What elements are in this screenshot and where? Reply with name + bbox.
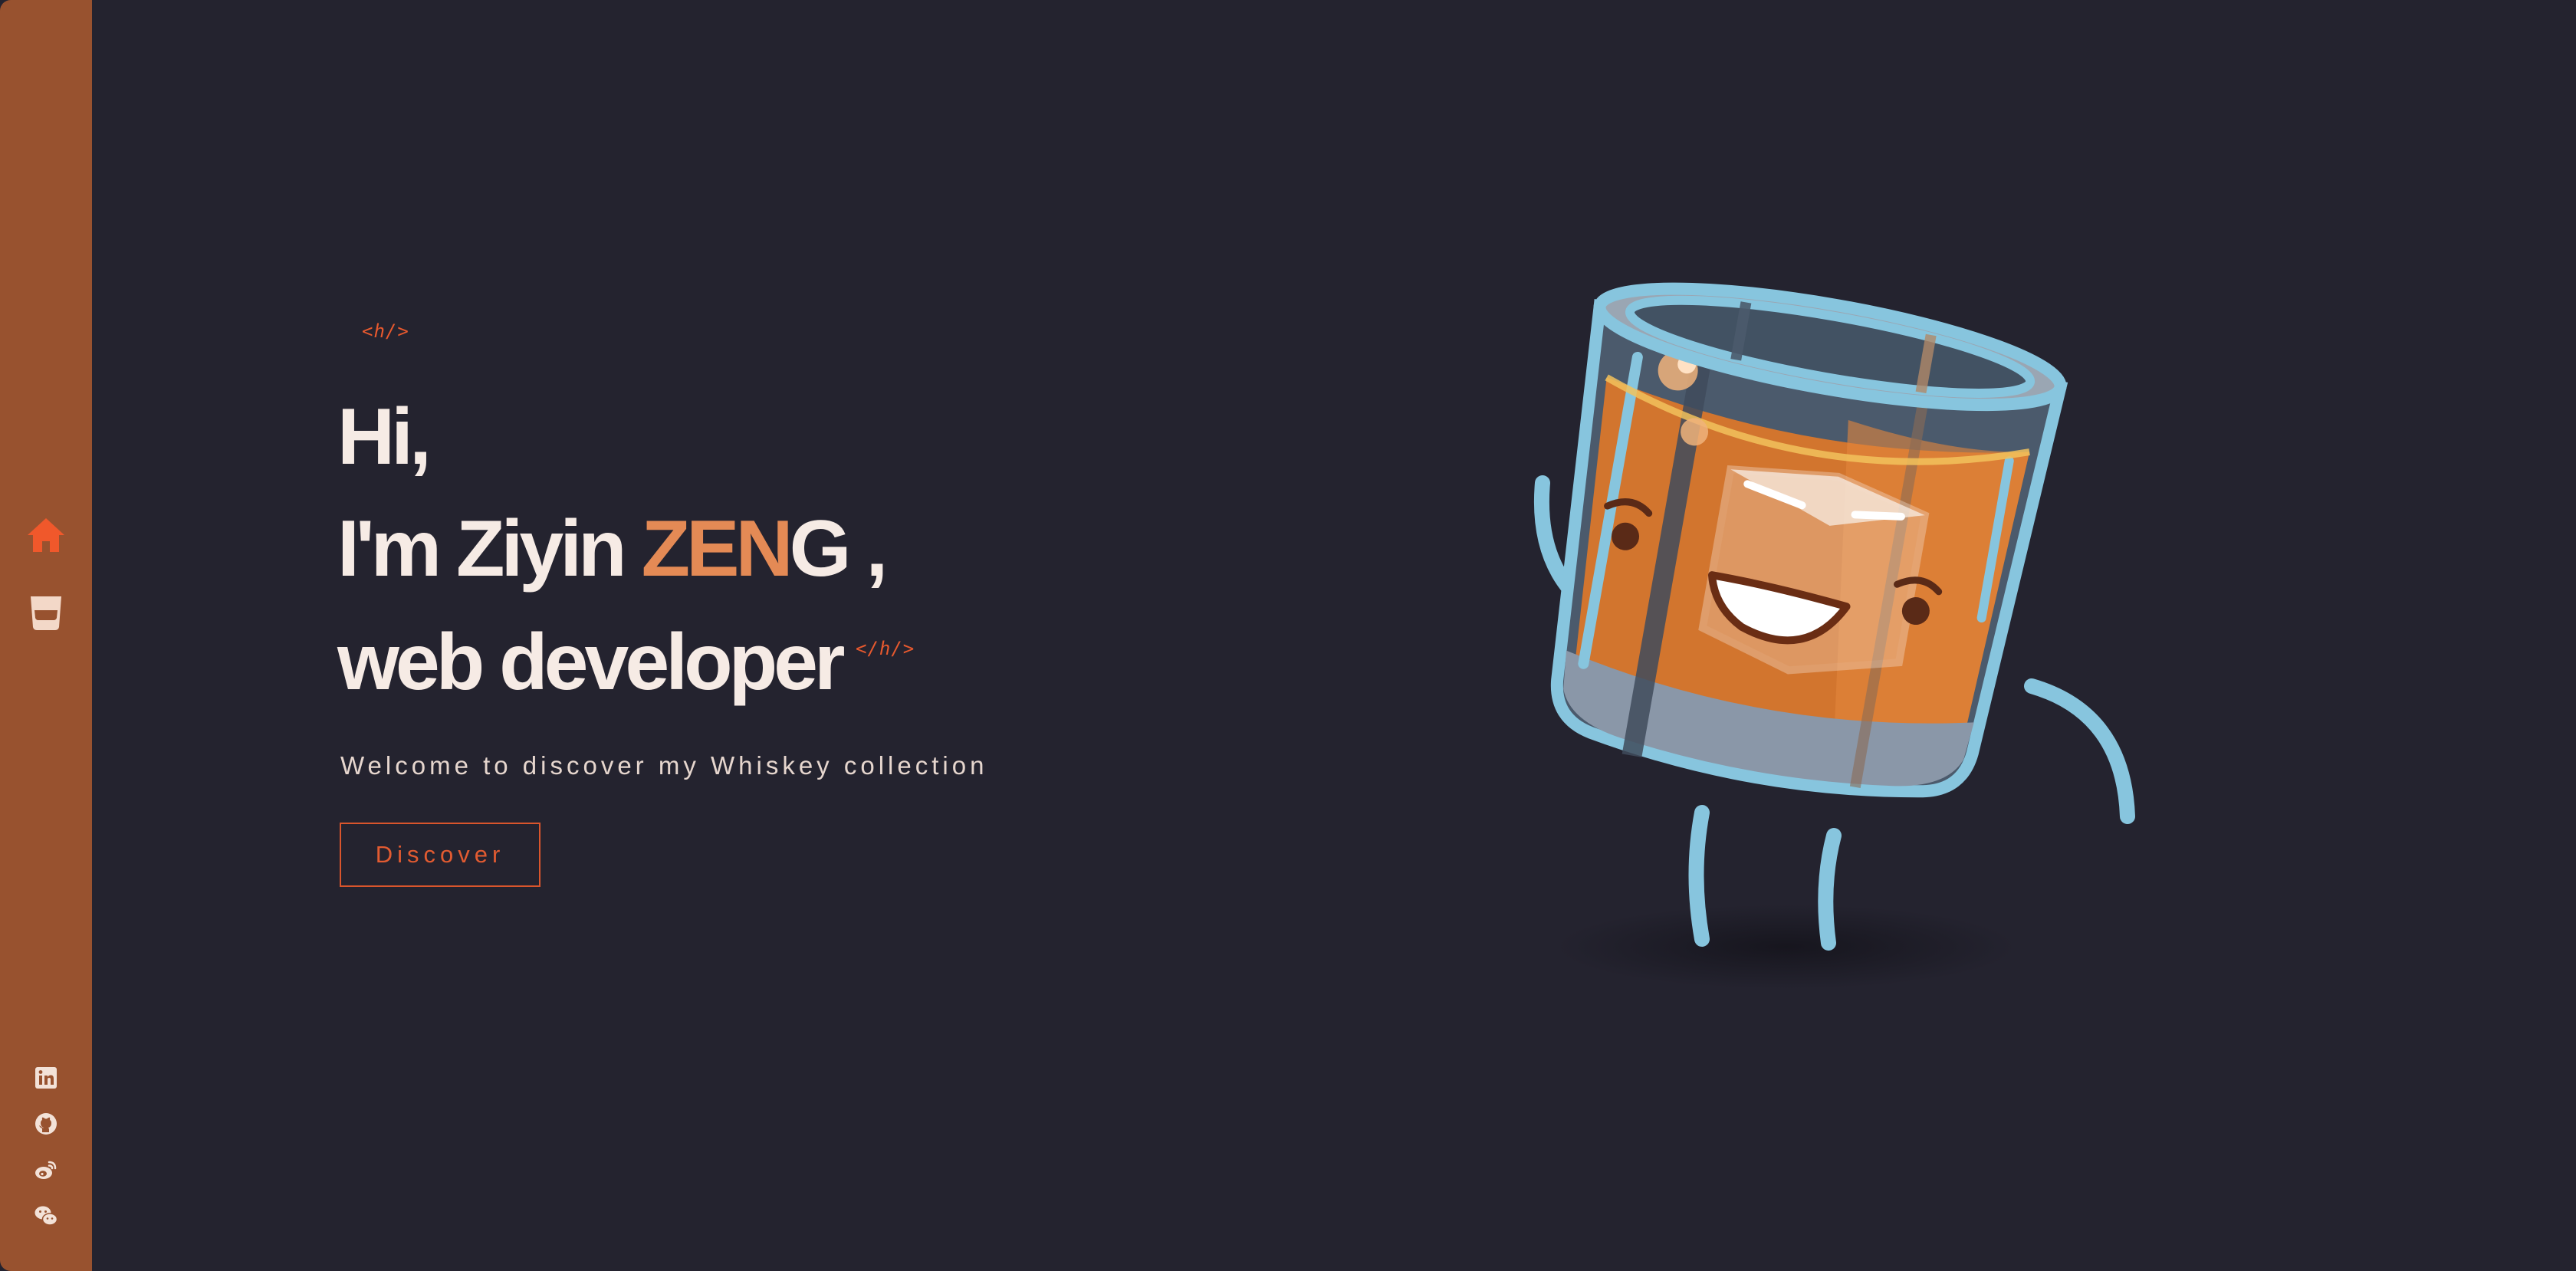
hero-subtitle: Welcome to discover my Whiskey collectio… [340, 751, 988, 780]
home-icon[interactable] [26, 515, 66, 555]
greeting-heading: Hi, [337, 392, 432, 481]
sidebar [0, 0, 92, 1271]
discover-button[interactable]: Discover [340, 823, 540, 887]
app-frame: <h/> Hi, I'm Ziyin ZENG , web developer … [0, 0, 2576, 1271]
name-highlight: ZEN [641, 504, 794, 593]
wechat-icon[interactable] [34, 1204, 58, 1228]
role-heading: web developer [337, 618, 845, 707]
open-tag-decoration: <h/> [362, 320, 409, 342]
close-tag-decoration: </h/> [856, 638, 915, 659]
whiskey-glass-icon[interactable] [26, 592, 66, 632]
linkedin-icon[interactable] [34, 1066, 58, 1090]
name-heading: I'm Ziyin ZENG , [337, 509, 888, 589]
github-icon[interactable] [34, 1112, 58, 1136]
weibo-icon[interactable] [34, 1158, 58, 1182]
name-suffix: G , [789, 504, 889, 593]
whiskey-glass-mascot-illustration [1534, 282, 2135, 989]
name-prefix: I'm Ziyin [337, 504, 642, 593]
